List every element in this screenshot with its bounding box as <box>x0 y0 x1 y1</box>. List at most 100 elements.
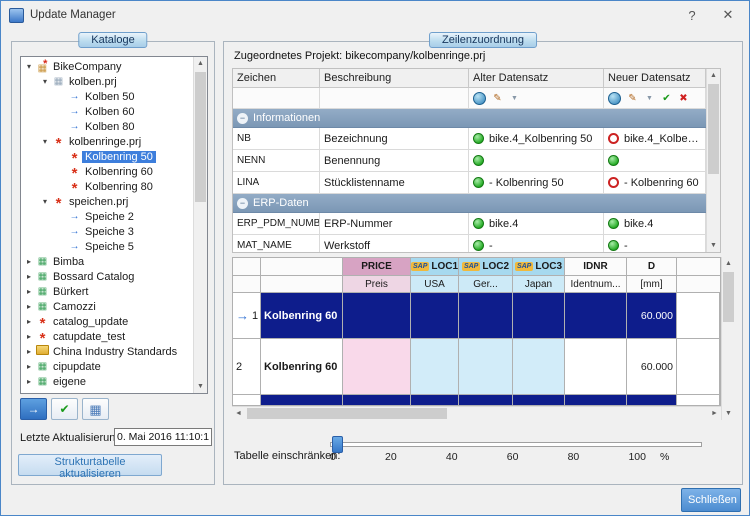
transfer-button[interactable]: → <box>20 398 47 420</box>
tree-item-eigene[interactable]: eigene <box>21 374 193 389</box>
mapping-scrollbar[interactable]: ▲ ▼ <box>706 69 720 252</box>
scroll-up-icon[interactable]: ▲ <box>722 257 735 270</box>
scrollbar-thumb[interactable] <box>247 408 447 419</box>
old-value-cell[interactable]: - Kolbenring 50 <box>469 172 604 193</box>
collapse-section-icon[interactable]: − <box>237 113 248 124</box>
filter-icon[interactable] <box>642 91 657 106</box>
tree-item-kolben-prj[interactable]: kolben.prj <box>21 74 193 89</box>
mapping-row-nenn[interactable]: NENN Benennung <box>233 150 706 172</box>
tree-item-camozzi[interactable]: Camozzi <box>21 299 193 314</box>
scroll-down-icon[interactable]: ▼ <box>722 407 735 420</box>
tree-item-kolbenringe-prj[interactable]: kolbenringe.prj <box>21 134 193 149</box>
table-v-scrollbar[interactable]: ▲ ▼ <box>721 257 735 420</box>
tree-item-kolben-50[interactable]: Kolben 50 <box>21 89 193 104</box>
table-row[interactable]: 2 Kolbenring 60 60.000 <box>233 339 720 395</box>
chevron-collapsed-icon[interactable] <box>23 347 35 356</box>
chevron-collapsed-icon[interactable] <box>23 362 35 371</box>
tree-item-speiche-5[interactable]: Speiche 5 <box>21 239 193 254</box>
tree-item-bikecompany[interactable]: BikeCompany <box>21 59 193 74</box>
chevron-expanded-icon[interactable] <box>39 197 51 206</box>
loc1-cell <box>411 395 459 406</box>
chevron-collapsed-icon[interactable] <box>23 317 35 326</box>
scrollbar-thumb[interactable] <box>708 84 719 174</box>
chevron-expanded-icon[interactable] <box>23 62 35 71</box>
scrollbar-thumb[interactable] <box>723 272 734 322</box>
new-value-cell[interactable]: bike.4_Kolbenring 60 <box>604 128 706 149</box>
tree-item-bimba[interactable]: Bimba <box>21 254 193 269</box>
chevron-collapsed-icon[interactable] <box>23 332 35 341</box>
new-value: bike.4_Kolbenring 60 <box>624 133 701 145</box>
tree-item-kolbenring-80[interactable]: Kolbenring 80 <box>21 179 193 194</box>
reject-icon[interactable] <box>676 91 691 106</box>
table-row-partial[interactable]: 3 <box>233 395 720 406</box>
scroll-up-icon[interactable]: ▲ <box>707 69 720 82</box>
tree-item-bossard[interactable]: Bossard Catalog <box>21 269 193 284</box>
chevron-collapsed-icon[interactable] <box>23 272 35 281</box>
mapping-row-mat-name[interactable]: MAT_NAME Werkstoff - - <box>233 235 706 252</box>
chevron-collapsed-icon[interactable] <box>23 302 35 311</box>
edit-icon[interactable] <box>625 91 640 106</box>
table-row-selected[interactable]: →1 Kolbenring 60 60.000 <box>233 293 720 339</box>
old-value-cell[interactable]: bike.4_Kolbenring 50 <box>469 128 604 149</box>
tree-scrollbar[interactable]: ▲ ▼ <box>193 57 207 393</box>
section-informationen[interactable]: − Informationen <box>233 109 706 128</box>
edit-icon[interactable] <box>490 91 505 106</box>
accept-icon[interactable] <box>659 91 674 106</box>
tree-item-speiche-3[interactable]: Speiche 3 <box>21 224 193 239</box>
globe-icon[interactable] <box>608 92 621 105</box>
scroll-right-icon[interactable]: ► <box>708 407 721 420</box>
scrollbar-track[interactable] <box>194 70 207 380</box>
scroll-down-icon[interactable]: ▼ <box>194 380 207 393</box>
table-h-scrollbar[interactable]: ◄ ► <box>232 406 721 420</box>
new-value-cell[interactable]: - <box>604 235 706 252</box>
scroll-left-icon[interactable]: ◄ <box>232 407 245 420</box>
tree-item-cipupdate[interactable]: cipupdate <box>21 359 193 374</box>
new-value-cell[interactable] <box>604 150 706 171</box>
tree-item-buerkert[interactable]: Bürkert <box>21 284 193 299</box>
scroll-down-icon[interactable]: ▼ <box>707 239 720 252</box>
globe-icon[interactable] <box>473 92 486 105</box>
old-value-cell[interactable] <box>469 150 604 171</box>
changed-star-icon <box>51 197 66 207</box>
new-value-cell[interactable]: - Kolbenring 60 <box>604 172 706 193</box>
table-view-button[interactable]: ▦ <box>82 398 109 420</box>
old-dataset-toolbar <box>469 88 604 108</box>
filter-icon[interactable] <box>507 91 522 106</box>
mapping-row-lina[interactable]: LINA Stücklistenname - Kolbenring 50 - K… <box>233 172 706 194</box>
mapping-row-erp-pdm-number[interactable]: ERP_PDM_NUMBER ERP-Nummer bike.4 bike.4 <box>233 213 706 235</box>
chevron-expanded-icon[interactable] <box>39 77 51 86</box>
scroll-up-icon[interactable]: ▲ <box>194 57 207 70</box>
slider-track[interactable] <box>330 442 702 447</box>
tree-item-label: Bimba <box>50 256 87 268</box>
chevron-collapsed-icon[interactable] <box>23 257 35 266</box>
collapse-section-icon[interactable]: − <box>237 198 248 209</box>
new-value-cell[interactable]: bike.4 <box>604 213 706 234</box>
scrollbar-track[interactable] <box>707 82 720 239</box>
restrict-slider[interactable] <box>330 436 702 451</box>
section-erp-daten[interactable]: − ERP-Daten <box>233 194 706 213</box>
help-button[interactable]: ? <box>677 8 707 23</box>
tree-item-speichen-prj[interactable]: speichen.prj <box>21 194 193 209</box>
close-window-button[interactable]: ✕ <box>713 7 743 23</box>
chevron-collapsed-icon[interactable] <box>23 287 35 296</box>
tree-item-kolben-60[interactable]: Kolben 60 <box>21 104 193 119</box>
chevron-expanded-icon[interactable] <box>39 137 51 146</box>
mapping-row-nb[interactable]: NB Bezeichnung bike.4_Kolbenring 50 bike… <box>233 128 706 150</box>
chevron-collapsed-icon[interactable] <box>23 377 35 386</box>
update-structure-table-button[interactable]: Strukturtabelle aktualisieren <box>18 454 162 476</box>
tree-item-catupdate-test[interactable]: catupdate_test <box>21 329 193 344</box>
tree-item-kolben-80[interactable]: Kolben 80 <box>21 119 193 134</box>
close-button[interactable]: Schließen <box>681 488 741 512</box>
accept-button[interactable]: ✔ <box>51 398 78 420</box>
tree-item-kolbenring-50[interactable]: Kolbenring 50 <box>21 149 193 164</box>
tree-item-catalog-update[interactable]: catalog_update <box>21 314 193 329</box>
old-value-cell[interactable]: bike.4 <box>469 213 604 234</box>
scrollbar-thumb[interactable] <box>195 72 206 202</box>
tree-item-china-standards[interactable]: China Industry Standards <box>21 344 193 359</box>
last-update-field[interactable] <box>114 428 212 446</box>
tree-item-speiche-2[interactable]: Speiche 2 <box>21 209 193 224</box>
tree-item-kolbenring-60[interactable]: Kolbenring 60 <box>21 164 193 179</box>
old-value-cell[interactable]: - <box>469 235 604 252</box>
scrollbar-track[interactable] <box>722 270 735 407</box>
scrollbar-track[interactable] <box>245 407 708 420</box>
